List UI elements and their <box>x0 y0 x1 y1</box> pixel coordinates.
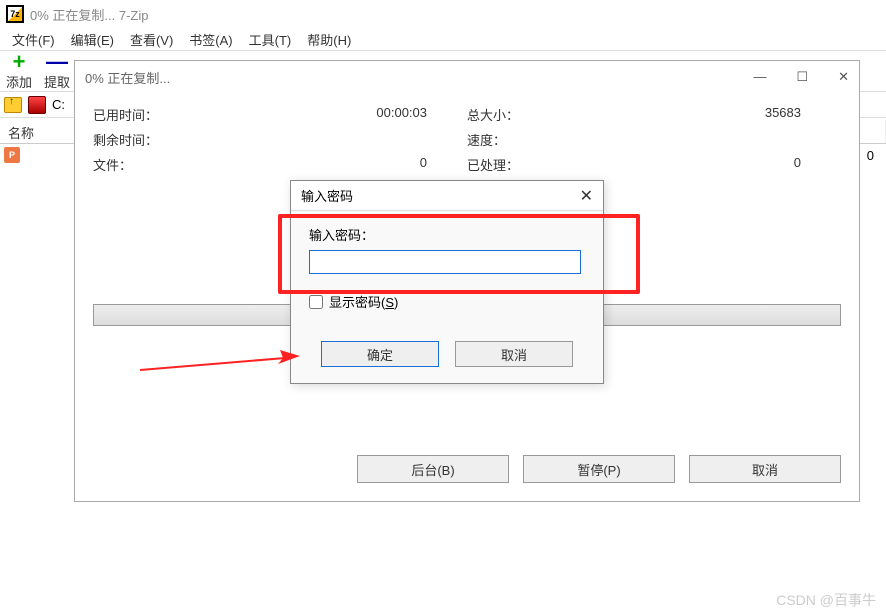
show-password-label: 显示密码(S) <box>329 292 398 311</box>
menu-edit[interactable]: 编辑(E) <box>63 28 122 51</box>
speed-value <box>654 130 841 149</box>
plus-icon: + <box>9 52 29 72</box>
menu-file[interactable]: 文件(F) <box>4 28 63 51</box>
menubar: 文件(F) 编辑(E) 查看(V) 书签(A) 工具(T) 帮助(H) <box>0 28 886 50</box>
processed-label: 已处理： <box>467 155 654 174</box>
password-field-label: 输入密码： <box>309 225 585 244</box>
close-icon[interactable]: ✕ <box>580 186 593 206</box>
main-titlebar: 7z 0% 正在复制... 7-Zip <box>0 0 886 28</box>
toolbar-extract-label: 提取 <box>44 72 70 91</box>
password-title: 输入密码 <box>301 186 353 205</box>
ok-button[interactable]: 确定 <box>321 341 439 367</box>
maximize-icon[interactable]: ☐ <box>796 69 808 85</box>
menu-bookmarks[interactable]: 书签(A) <box>181 28 240 51</box>
copy-title: 0% 正在复制... <box>85 68 170 87</box>
elapsed-label: 已用时间： <box>93 105 280 124</box>
pause-button[interactable]: 暂停(P) <box>523 455 675 483</box>
menu-view[interactable]: 查看(V) <box>122 28 181 51</box>
close-icon[interactable]: ✕ <box>838 69 849 85</box>
path-text: C: <box>52 97 65 112</box>
watermark: CSDN @百事牛 <box>776 590 876 610</box>
files-value: 0 <box>280 155 467 174</box>
speed-label: 速度： <box>467 130 654 149</box>
remaining-value <box>280 130 467 149</box>
minimize-icon[interactable]: — <box>753 69 766 85</box>
minus-icon: — <box>47 52 67 72</box>
password-dialog: 输入密码 ✕ 输入密码： 显示密码(S) 确定 取消 <box>290 180 604 384</box>
elapsed-value: 00:00:03 <box>280 105 467 124</box>
toolbar-extract[interactable]: — 提取 <box>44 52 70 91</box>
toolbar-add[interactable]: + 添加 <box>6 52 32 91</box>
folder-up-icon[interactable] <box>4 97 22 113</box>
remaining-label: 剩余时间： <box>93 130 280 149</box>
password-input[interactable] <box>309 250 581 274</box>
copy-titlebar: 0% 正在复制... — ☐ ✕ <box>75 61 859 93</box>
app-icon: 7z <box>6 5 24 23</box>
archive-icon <box>28 96 46 114</box>
stats-grid: 已用时间： 00:00:03 总大小： 35683 剩余时间： 速度： 文件： … <box>93 105 841 174</box>
files-label: 文件： <box>93 155 280 174</box>
menu-tools[interactable]: 工具(T) <box>241 28 300 51</box>
processed-value: 0 <box>654 155 841 174</box>
toolbar-add-label: 添加 <box>6 72 32 91</box>
cancel-button[interactable]: 取消 <box>689 455 841 483</box>
total-label: 总大小： <box>467 105 654 124</box>
background-button[interactable]: 后台(B) <box>357 455 509 483</box>
total-value: 35683 <box>654 105 841 124</box>
main-window-title: 0% 正在复制... 7-Zip <box>30 5 148 24</box>
menu-help[interactable]: 帮助(H) <box>299 28 359 51</box>
cancel-button[interactable]: 取消 <box>455 341 573 367</box>
show-password-checkbox[interactable] <box>309 295 323 309</box>
password-titlebar: 输入密码 ✕ <box>291 181 603 211</box>
ppt-icon: P <box>4 147 20 163</box>
